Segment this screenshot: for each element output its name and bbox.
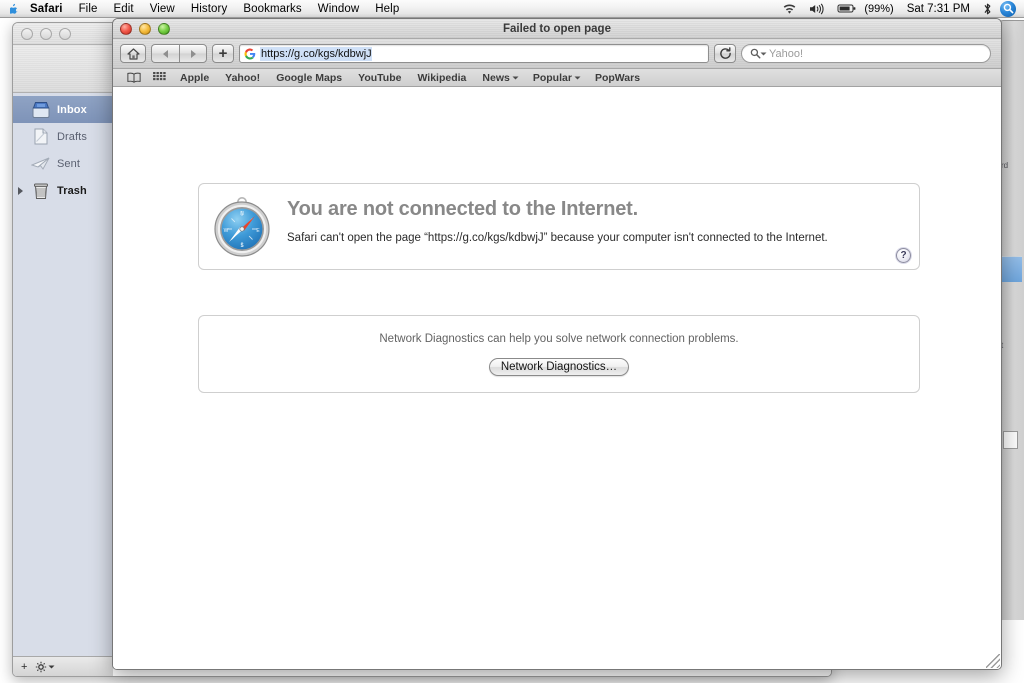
sidebar-item-trash-label: Trash	[57, 184, 87, 197]
mailbox-action-menu-button[interactable]	[32, 659, 56, 674]
menu-item-history[interactable]: History	[183, 0, 235, 17]
mail-sidebar-bottom-bar: +	[13, 656, 113, 676]
network-diagnostics-description: Network Diagnostics can help you solve n…	[379, 332, 739, 345]
page-content: NS WE You are not connected to the Inte	[113, 87, 1001, 669]
address-bar[interactable]: https://g.co/kgs/kdbwjJ	[239, 44, 709, 63]
menu-item-safari[interactable]: Safari	[22, 0, 71, 17]
search-input[interactable]: Yahoo!	[741, 44, 991, 63]
network-diagnostics-panel: Network Diagnostics can help you solve n…	[198, 315, 920, 393]
sidebar-item-sent-label: Sent	[57, 157, 81, 170]
menu-bar: Safari File Edit View History Bookmarks …	[0, 0, 1024, 18]
mail-sidebar[interactable]: Inbox Drafts Sent Trash +	[13, 93, 113, 676]
safari-window[interactable]: Failed to open page + https://g.co/kgs/k…	[112, 18, 1002, 670]
back-arrow-icon	[163, 49, 168, 58]
bookmark-yahoo[interactable]: Yahoo!	[217, 72, 268, 84]
menu-item-edit[interactable]: Edit	[106, 0, 142, 17]
trash-can-icon	[31, 181, 51, 200]
help-button[interactable]: ?	[896, 248, 911, 263]
mail-minimize-button[interactable]	[40, 27, 52, 40]
window-resize-grip[interactable]	[986, 654, 1000, 668]
chevron-down-icon	[760, 52, 767, 55]
error-panel: NS WE You are not connected to the Inte	[198, 183, 920, 270]
drafts-page-icon	[31, 127, 51, 146]
forward-arrow-icon	[190, 49, 196, 58]
menu-item-view[interactable]: View	[142, 0, 183, 17]
google-g-favicon	[244, 48, 256, 60]
bluetooth-icon[interactable]	[977, 0, 998, 17]
sent-plane-icon	[30, 154, 51, 173]
menu-bar-left: Safari File Edit View History Bookmarks …	[0, 0, 407, 17]
add-mailbox-button[interactable]: +	[18, 659, 30, 674]
bookmark-apple[interactable]: Apple	[172, 72, 217, 84]
home-button[interactable]	[120, 44, 146, 63]
magnifier-icon	[750, 48, 767, 59]
bookmark-popwars[interactable]: PopWars	[587, 72, 648, 84]
window-title: Failed to open page	[503, 22, 611, 35]
bookmark-folder-news[interactable]: News	[474, 72, 524, 84]
volume-icon[interactable]	[803, 0, 831, 17]
mail-window-controls	[21, 27, 71, 40]
navigation-buttons	[151, 44, 207, 63]
network-diagnostics-button[interactable]: Network Diagnostics…	[488, 357, 630, 376]
disclosure-triangle-icon[interactable]	[18, 186, 23, 195]
sidebar-item-sent[interactable]: Sent	[13, 150, 112, 177]
battery-percent-label: (99%)	[864, 2, 894, 15]
bookmark-youtube[interactable]: YouTube	[350, 72, 409, 84]
error-heading: You are not connected to the Internet.	[287, 198, 638, 220]
sidebar-item-drafts[interactable]: Drafts	[13, 123, 112, 150]
bookmark-google-maps[interactable]: Google Maps	[268, 72, 350, 84]
spotlight-search-icon[interactable]	[1000, 0, 1016, 17]
sidebar-item-inbox[interactable]: Inbox	[13, 96, 112, 123]
chevron-down-icon	[512, 76, 519, 79]
menu-bar-status-area: (99%) Sat 7:31 PM	[776, 0, 1024, 17]
safari-compass-icon: NS WE	[199, 184, 273, 264]
wifi-icon[interactable]	[776, 0, 803, 17]
chevron-down-icon	[574, 76, 581, 79]
background-window-document-icon	[1003, 431, 1018, 449]
menu-item-window[interactable]: Window	[310, 0, 368, 17]
bookmark-folder-popular-label: Popular	[532, 71, 572, 84]
background-window-row: t	[1001, 341, 1004, 350]
menu-item-help[interactable]: Help	[367, 0, 407, 17]
address-bar-url: https://g.co/kgs/kdbwjJ	[260, 46, 372, 61]
chevron-down-icon	[48, 665, 55, 668]
forward-button[interactable]	[179, 44, 207, 63]
safari-title-bar[interactable]: Failed to open page	[113, 19, 1001, 39]
desktop: Safari File Edit View History Bookmarks …	[0, 0, 1024, 683]
background-window-selected-row	[1000, 256, 1022, 282]
mail-zoom-button[interactable]	[59, 27, 71, 40]
apple-logo-icon[interactable]	[0, 1, 22, 16]
add-bookmark-button[interactable]: +	[212, 44, 234, 63]
error-text-block: You are not connected to the Internet. S…	[273, 184, 828, 246]
reload-button[interactable]	[714, 44, 736, 63]
error-subtext: Safari can't open the page “https://g.co…	[287, 232, 828, 244]
back-button[interactable]	[151, 44, 179, 63]
close-button[interactable]	[120, 22, 132, 35]
bookmarks-bar: Apple Yahoo! Google Maps YouTube Wikiped…	[113, 69, 1001, 87]
menu-item-file[interactable]: File	[71, 0, 106, 17]
menu-item-bookmarks[interactable]: Bookmarks	[235, 0, 309, 17]
bookmark-wikipedia[interactable]: Wikipedia	[409, 72, 474, 84]
bookmarks-book-icon[interactable]	[121, 72, 147, 83]
bookmark-folder-popular[interactable]: Popular	[525, 72, 587, 84]
minimize-button[interactable]	[139, 22, 151, 35]
menu-bar-clock[interactable]: Sat 7:31 PM	[900, 3, 977, 15]
mail-close-button[interactable]	[21, 27, 33, 40]
safari-window-controls	[120, 22, 170, 35]
inbox-tray-icon	[31, 100, 51, 119]
sidebar-item-trash[interactable]: Trash	[13, 177, 112, 204]
sidebar-item-inbox-label: Inbox	[57, 103, 87, 116]
bookmark-folder-news-label: News	[482, 71, 510, 84]
safari-toolbar: + https://g.co/kgs/kdbwjJ Yahoo!	[113, 39, 1001, 69]
zoom-button[interactable]	[158, 22, 170, 35]
sidebar-item-drafts-label: Drafts	[57, 130, 87, 143]
top-sites-grid-icon[interactable]	[147, 72, 172, 83]
search-placeholder-label: Yahoo!	[769, 47, 804, 60]
background-window-row: rd	[1001, 161, 1009, 170]
battery-icon[interactable]	[831, 0, 863, 17]
